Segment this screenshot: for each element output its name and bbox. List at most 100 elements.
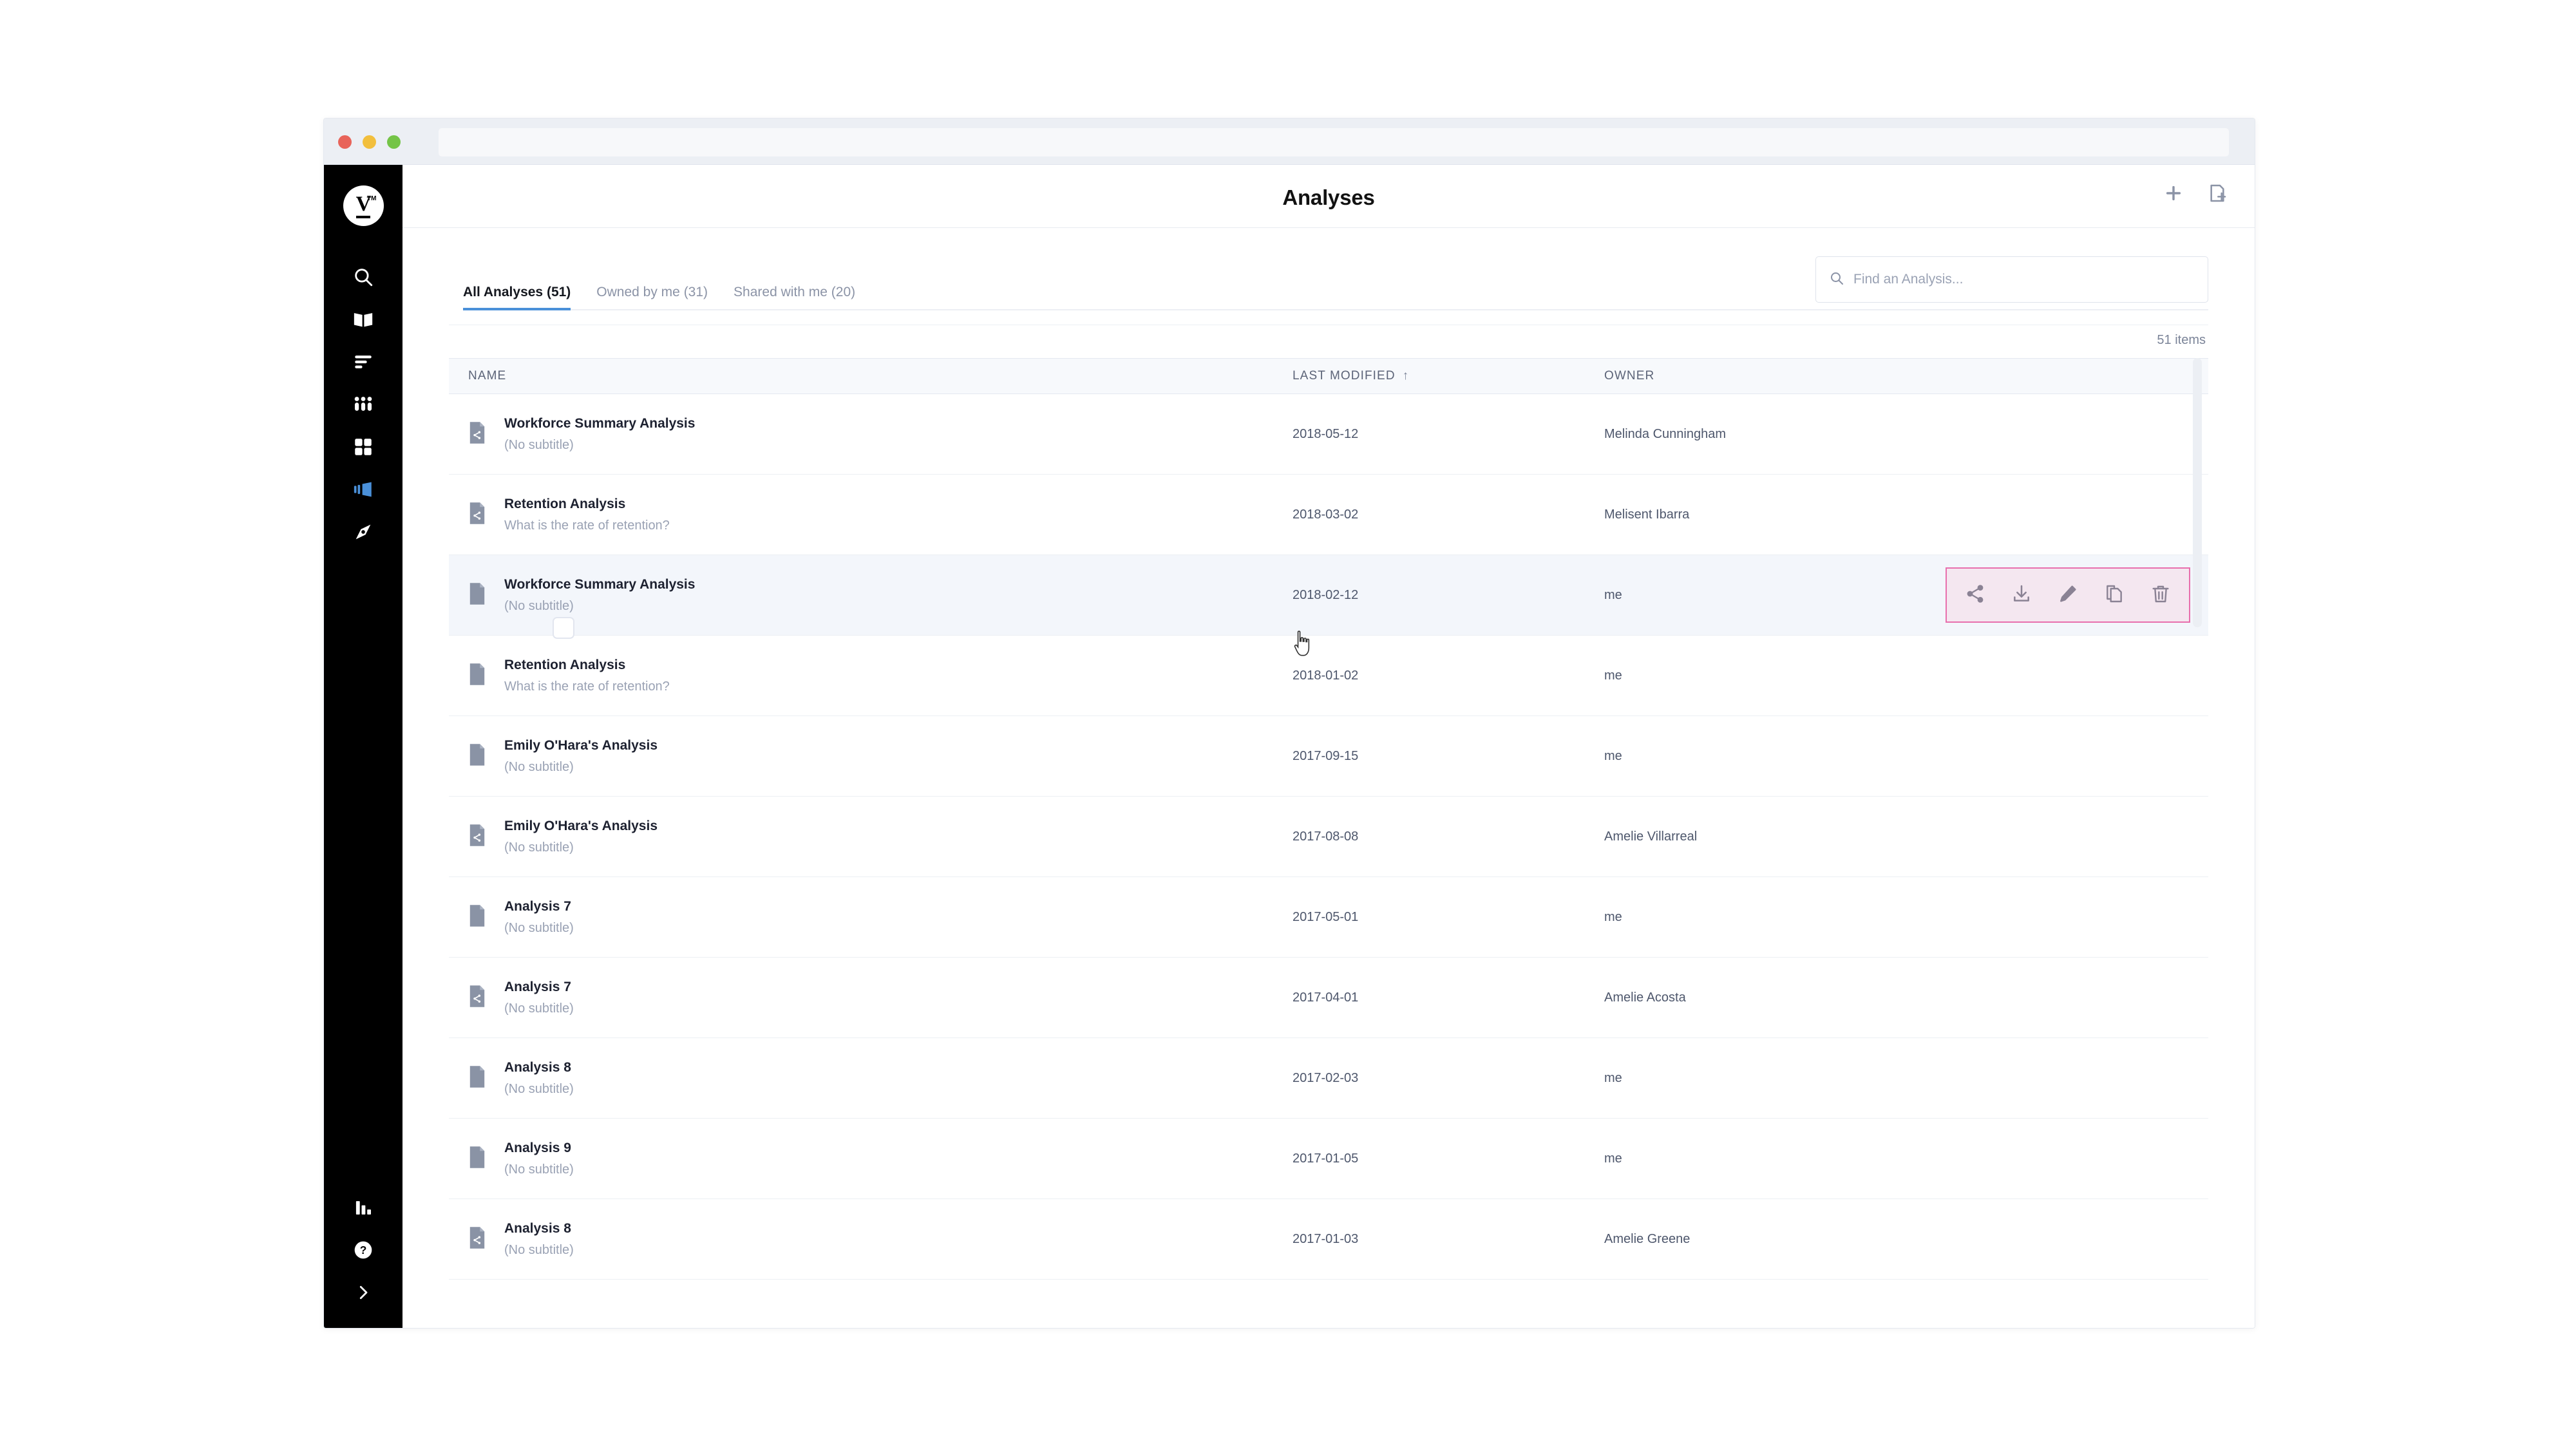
edit-button[interactable]: [2058, 583, 2078, 607]
items-count-row: 51 items: [449, 325, 2208, 358]
url-bar[interactable]: [439, 128, 2229, 156]
browser-window: V TM ? Analyses All Analyses (51) Owned …: [323, 118, 2255, 1329]
cell-name: Emily O'Hara's Analysis (No subtitle): [449, 819, 1293, 855]
sidebar-item-people[interactable]: [324, 383, 402, 426]
duplicate-button[interactable]: [2104, 583, 2125, 607]
table-row[interactable]: Workforce Summary Analysis (No subtitle)…: [449, 555, 2208, 636]
cell-owner: Amelie Villarreal: [1604, 829, 1698, 844]
row-select-checkbox[interactable]: [553, 617, 574, 639]
page-title: Analyses: [1282, 185, 1375, 209]
new-analysis-button[interactable]: [2207, 183, 2228, 207]
row-title: Emily O'Hara's Analysis: [504, 818, 658, 833]
table-row[interactable]: Emily O'Hara's Analysis (No subtitle) 20…: [449, 797, 2208, 877]
add-button[interactable]: [2163, 183, 2184, 207]
tab-owned-by-me[interactable]: Owned by me (31): [596, 285, 708, 310]
cell-last-modified: 2018-05-12: [1293, 426, 1359, 441]
table-row[interactable]: Workforce Summary Analysis (No subtitle)…: [449, 394, 2208, 475]
sidebar-item-help[interactable]: ?: [324, 1229, 402, 1271]
tab-bar: All Analyses (51) Owned by me (31) Share…: [463, 285, 855, 310]
document-icon: [468, 1065, 486, 1091]
download-button[interactable]: [2011, 583, 2032, 607]
cell-name: Retention Analysis What is the rate of r…: [449, 658, 1293, 694]
tab-all-analyses[interactable]: All Analyses (51): [463, 285, 571, 310]
delete-button[interactable]: [2150, 583, 2171, 607]
bar-chart-icon: [354, 1198, 374, 1218]
help-circle-icon: ?: [353, 1240, 374, 1260]
cell-name: Analysis 7 (No subtitle): [449, 980, 1293, 1016]
row-subtitle: (No subtitle): [504, 759, 574, 774]
cell-name: Workforce Summary Analysis (No subtitle): [449, 416, 1293, 453]
document-icon: [468, 743, 486, 769]
name-text: Analysis 8 (No subtitle): [504, 1060, 574, 1097]
compass-icon: [352, 521, 374, 543]
maximize-window-button[interactable]: [387, 135, 401, 149]
column-header-name[interactable]: NAME: [449, 369, 1293, 383]
cell-owner: Melinda Cunningham: [1604, 426, 1727, 441]
sidebar-nav: [324, 256, 402, 553]
sidebar-expand-button[interactable]: [324, 1271, 402, 1314]
grid-icon: [352, 436, 374, 458]
name-text: Emily O'Hara's Analysis (No subtitle): [504, 819, 658, 855]
brand-logo-trademark: TM: [367, 195, 377, 202]
brand-logo[interactable]: V TM: [343, 185, 384, 226]
column-header-last-modified[interactable]: LAST MODIFIED ↑: [1293, 369, 1602, 383]
row-title: Retention Analysis: [504, 657, 626, 672]
sidebar-item-explore[interactable]: [324, 511, 402, 553]
document-icon: [468, 904, 486, 930]
row-title: Analysis 8: [504, 1220, 571, 1236]
share-button[interactable]: [1965, 583, 1985, 607]
table-row[interactable]: Analysis 8 (No subtitle) 2017-01-03 Amel…: [449, 1199, 2208, 1280]
share-icon: [1965, 583, 1985, 607]
row-subtitle: What is the rate of retention?: [504, 518, 670, 533]
table-row[interactable]: Analysis 9 (No subtitle) 2017-01-05 me: [449, 1119, 2208, 1199]
minimize-window-button[interactable]: [363, 135, 376, 149]
table-row[interactable]: Retention Analysis What is the rate of r…: [449, 475, 2208, 555]
sidebar-item-reports[interactable]: [324, 1186, 402, 1229]
cell-last-modified: 2018-01-02: [1293, 668, 1359, 683]
cell-last-modified: 2017-09-15: [1293, 748, 1359, 763]
analyses-icon: [352, 478, 374, 500]
scrollbar-thumb[interactable]: [2193, 358, 2202, 627]
row-title: Workforce Summary Analysis: [504, 576, 696, 592]
page-header: Analyses: [402, 165, 2255, 228]
cell-name: Analysis 7 (No subtitle): [449, 899, 1293, 936]
cell-last-modified: 2017-01-05: [1293, 1151, 1359, 1166]
sidebar-item-search[interactable]: [324, 256, 402, 298]
cell-name: Retention Analysis What is the rate of r…: [449, 497, 1293, 533]
shared-document-icon: [468, 824, 486, 849]
column-header-owner[interactable]: OWNER: [1602, 369, 2208, 383]
row-subtitle: What is the rate of retention?: [504, 679, 670, 694]
row-title: Analysis 8: [504, 1059, 571, 1075]
document-icon: [468, 663, 486, 688]
table-row[interactable]: Analysis 8 (No subtitle) 2017-02-03 me: [449, 1038, 2208, 1119]
search-box[interactable]: [1815, 256, 2208, 303]
copy-icon: [2104, 583, 2125, 607]
column-header-last-modified-label: LAST MODIFIED: [1293, 369, 1396, 383]
new-document-icon: [2207, 183, 2228, 207]
table-row[interactable]: Retention Analysis What is the rate of r…: [449, 636, 2208, 716]
header-actions: [2163, 183, 2228, 207]
tab-shared-with-me[interactable]: Shared with me (20): [734, 285, 855, 310]
name-text: Analysis 7 (No subtitle): [504, 980, 574, 1016]
cell-last-modified: 2018-02-12: [1293, 587, 1359, 602]
book-icon: [352, 308, 374, 330]
sidebar-item-apps[interactable]: [324, 426, 402, 468]
analyses-table: NAME LAST MODIFIED ↑ OWNER Workforce Sum…: [449, 358, 2208, 1280]
sidebar-item-analyses[interactable]: [324, 468, 402, 511]
table-row[interactable]: Emily O'Hara's Analysis (No subtitle) 20…: [449, 716, 2208, 797]
row-actions-toolbar: [1946, 567, 2190, 623]
cell-name: Analysis 9 (No subtitle): [449, 1141, 1293, 1177]
table-row[interactable]: Analysis 7 (No subtitle) 2017-04-01 Amel…: [449, 958, 2208, 1038]
close-window-button[interactable]: [338, 135, 352, 149]
table-row[interactable]: Analysis 7 (No subtitle) 2017-05-01 me: [449, 877, 2208, 958]
sidebar-item-library[interactable]: [324, 298, 402, 341]
sidebar-item-metrics[interactable]: [324, 341, 402, 383]
search-input[interactable]: [1853, 272, 2195, 287]
row-title: Analysis 9: [504, 1140, 571, 1155]
document-icon: [468, 1146, 486, 1171]
svg-text:?: ?: [360, 1244, 367, 1256]
row-subtitle: (No subtitle): [504, 840, 574, 855]
plus-icon: [2163, 183, 2184, 207]
name-text: Analysis 8 (No subtitle): [504, 1221, 574, 1258]
shared-document-icon: [468, 1226, 486, 1252]
